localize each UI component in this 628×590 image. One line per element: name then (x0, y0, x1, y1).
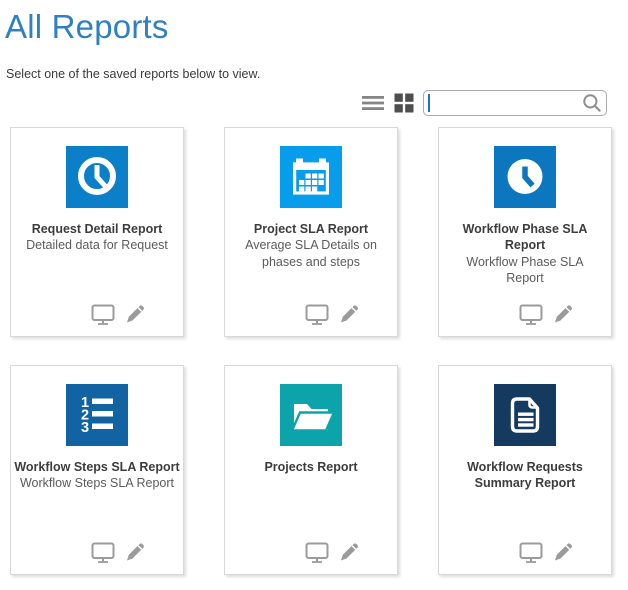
report-card[interactable]: Workflow Requests Summary Report (438, 365, 612, 575)
report-icon-tile (494, 146, 556, 208)
numbered-list-icon: 1 2 3 (66, 384, 128, 446)
monitor-icon (91, 541, 115, 563)
text-caret (428, 94, 430, 112)
search-box (423, 90, 607, 116)
monitor-icon (519, 303, 543, 325)
clock-solid-icon (494, 146, 556, 208)
report-title: Workflow Steps SLA Report (12, 459, 181, 475)
report-description: Workflow Phase SLA Report (439, 254, 611, 287)
view-report-button[interactable] (519, 303, 543, 325)
view-report-button[interactable] (91, 541, 115, 563)
pencil-icon (124, 541, 146, 563)
list-view-button[interactable] (361, 94, 385, 112)
open-folder-icon (280, 384, 342, 446)
page-title: All Reports (5, 8, 628, 46)
edit-report-button[interactable] (124, 541, 146, 563)
report-icon-tile (280, 384, 342, 446)
pencil-icon (338, 303, 360, 325)
report-card[interactable]: Project SLA Report Average SLA Details o… (224, 127, 398, 337)
view-report-button[interactable] (519, 541, 543, 563)
report-card[interactable]: Workflow Phase SLA Report Workflow Phase… (438, 127, 612, 337)
search-input[interactable] (423, 90, 607, 116)
report-card-actions (439, 303, 611, 325)
search-icon (582, 93, 602, 113)
report-icon-tile (66, 146, 128, 208)
report-card-actions (225, 541, 397, 563)
report-title: Workflow Requests Summary Report (439, 459, 611, 492)
grid-view-button[interactable] (394, 93, 414, 113)
report-title: Workflow Phase SLA Report (439, 221, 611, 254)
report-icon-tile (280, 146, 342, 208)
edit-report-button[interactable] (338, 541, 360, 563)
pencil-icon (338, 541, 360, 563)
report-card[interactable]: Projects Report (224, 365, 398, 575)
pencil-icon (124, 303, 146, 325)
grid-view-icon (394, 93, 414, 113)
report-title: Project SLA Report (252, 221, 370, 237)
page-subtitle: Select one of the saved reports below to… (6, 67, 628, 81)
report-description: Detailed data for Request (18, 237, 176, 253)
clock-outline-icon (66, 146, 128, 208)
report-description: Average SLA Details on phases and steps (225, 237, 397, 270)
list-view-icon (361, 94, 385, 112)
svg-text:3: 3 (81, 420, 89, 436)
monitor-icon (305, 541, 329, 563)
report-card-actions (11, 541, 183, 563)
report-title: Request Detail Report (30, 221, 165, 237)
pencil-icon (552, 541, 574, 563)
report-card[interactable]: 1 2 3 Workflow Steps SLA Report Workflow… (10, 365, 184, 575)
view-report-button[interactable] (305, 541, 329, 563)
report-card-actions (225, 303, 397, 325)
edit-report-button[interactable] (552, 303, 574, 325)
report-icon-tile: 1 2 3 (66, 384, 128, 446)
report-card-actions (439, 541, 611, 563)
report-description: Workflow Steps SLA Report (12, 475, 182, 491)
document-icon (494, 384, 556, 446)
report-card[interactable]: Request Detail Report Detailed data for … (10, 127, 184, 337)
monitor-icon (519, 541, 543, 563)
pencil-icon (552, 303, 574, 325)
report-title: Projects Report (262, 459, 359, 475)
edit-report-button[interactable] (124, 303, 146, 325)
calendar-icon (280, 146, 342, 208)
monitor-icon (91, 303, 115, 325)
view-toolbar (0, 89, 607, 116)
view-report-button[interactable] (91, 303, 115, 325)
monitor-icon (305, 303, 329, 325)
reports-grid: Request Detail Report Detailed data for … (10, 127, 628, 575)
report-icon-tile (494, 384, 556, 446)
edit-report-button[interactable] (552, 541, 574, 563)
view-report-button[interactable] (305, 303, 329, 325)
edit-report-button[interactable] (338, 303, 360, 325)
report-card-actions (11, 303, 183, 325)
